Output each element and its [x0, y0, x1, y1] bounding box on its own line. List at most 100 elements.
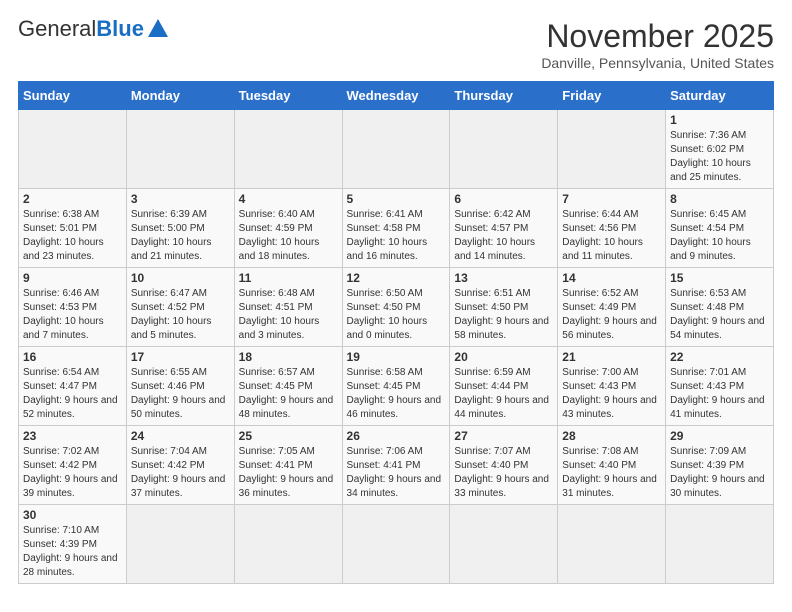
day-info: Sunrise: 7:05 AM Sunset: 4:41 PM Dayligh… [239, 445, 338, 501]
calendar-cell: 1Sunrise: 7:36 AM Sunset: 6:02 PM Daylig… [666, 110, 774, 189]
day-number: 21 [562, 350, 661, 364]
page: General Blue November 2025 Danville, Pen… [0, 0, 792, 594]
calendar-week-row: 30 Sunrise: 7:10 AM Sunset: 4:39 PM Dayli… [19, 505, 774, 584]
day-number: 1 [670, 113, 769, 127]
calendar-cell [450, 505, 558, 584]
calendar-week-row: 9 Sunrise: 6:46 AM Sunset: 4:53 PM Daylig… [19, 268, 774, 347]
calendar-cell: 9 Sunrise: 6:46 AM Sunset: 4:53 PM Daylig… [19, 268, 127, 347]
logo-blue-text: Blue [96, 18, 144, 40]
day-info: Sunrise: 6:58 AM Sunset: 4:45 PM Dayligh… [347, 366, 446, 422]
location: Danville, Pennsylvania, United States [541, 55, 774, 71]
day-number: 3 [131, 192, 230, 206]
calendar-cell: 29Sunrise: 7:09 AM Sunset: 4:39 PM Dayli… [666, 426, 774, 505]
day-number: 9 [23, 271, 122, 285]
calendar-day-header: Monday [126, 82, 234, 110]
day-info: Sunrise: 7:07 AM Sunset: 4:40 PM Dayligh… [454, 445, 553, 501]
month-title: November 2025 [541, 18, 774, 55]
day-number: 24 [131, 429, 230, 443]
day-number: 18 [239, 350, 338, 364]
calendar-cell [234, 110, 342, 189]
day-number: 28 [562, 429, 661, 443]
calendar-table: SundayMondayTuesdayWednesdayThursdayFrid… [18, 81, 774, 584]
day-number: 30 [23, 508, 122, 522]
day-number: 6 [454, 192, 553, 206]
header: General Blue November 2025 Danville, Pen… [18, 18, 774, 71]
calendar-cell: 4 Sunrise: 6:40 AM Sunset: 4:59 PM Daylig… [234, 189, 342, 268]
calendar-day-header: Tuesday [234, 82, 342, 110]
calendar-cell [342, 110, 450, 189]
day-number: 29 [670, 429, 769, 443]
calendar-cell [666, 505, 774, 584]
calendar-cell: 26 Sunrise: 7:06 AM Sunset: 4:41 PM Dayli… [342, 426, 450, 505]
day-info: Sunrise: 6:54 AM Sunset: 4:47 PM Dayligh… [23, 366, 122, 422]
day-info: Sunrise: 7:00 AM Sunset: 4:43 PM Dayligh… [562, 366, 661, 422]
calendar-day-header: Friday [558, 82, 666, 110]
calendar-day-header: Saturday [666, 82, 774, 110]
day-info: Sunrise: 6:51 AM Sunset: 4:50 PM Dayligh… [454, 287, 553, 343]
day-number: 10 [131, 271, 230, 285]
calendar-cell: 18 Sunrise: 6:57 AM Sunset: 4:45 PM Dayli… [234, 347, 342, 426]
day-info: Sunrise: 7:02 AM Sunset: 4:42 PM Dayligh… [23, 445, 122, 501]
logo-general-text: General [18, 18, 96, 40]
day-info: Sunrise: 6:46 AM Sunset: 4:53 PM Dayligh… [23, 287, 122, 343]
day-info: Sunrise: 7:10 AM Sunset: 4:39 PM Dayligh… [23, 524, 122, 580]
day-info: Sunrise: 6:57 AM Sunset: 4:45 PM Dayligh… [239, 366, 338, 422]
day-number: 14 [562, 271, 661, 285]
day-info: Sunrise: 6:53 AM Sunset: 4:48 PM Dayligh… [670, 287, 769, 343]
day-info: Sunrise: 6:55 AM Sunset: 4:46 PM Dayligh… [131, 366, 230, 422]
day-info: Sunrise: 6:41 AM Sunset: 4:58 PM Dayligh… [347, 208, 446, 264]
calendar-cell: 25 Sunrise: 7:05 AM Sunset: 4:41 PM Dayli… [234, 426, 342, 505]
day-info: Sunrise: 6:47 AM Sunset: 4:52 PM Dayligh… [131, 287, 230, 343]
calendar-cell [234, 505, 342, 584]
calendar-cell: 2 Sunrise: 6:38 AM Sunset: 5:01 PM Daylig… [19, 189, 127, 268]
calendar-cell: 20Sunrise: 6:59 AM Sunset: 4:44 PM Dayli… [450, 347, 558, 426]
calendar-cell: 19Sunrise: 6:58 AM Sunset: 4:45 PM Dayli… [342, 347, 450, 426]
day-number: 22 [670, 350, 769, 364]
calendar-day-header: Wednesday [342, 82, 450, 110]
day-number: 16 [23, 350, 122, 364]
calendar-cell: 24 Sunrise: 7:04 AM Sunset: 4:42 PM Dayli… [126, 426, 234, 505]
calendar-cell: 14 Sunrise: 6:52 AM Sunset: 4:49 PM Dayli… [558, 268, 666, 347]
day-number: 11 [239, 271, 338, 285]
calendar-cell: 13 Sunrise: 6:51 AM Sunset: 4:50 PM Dayli… [450, 268, 558, 347]
day-info: Sunrise: 6:40 AM Sunset: 4:59 PM Dayligh… [239, 208, 338, 264]
calendar-week-row: 1Sunrise: 7:36 AM Sunset: 6:02 PM Daylig… [19, 110, 774, 189]
day-number: 26 [347, 429, 446, 443]
calendar-cell: 28Sunrise: 7:08 AM Sunset: 4:40 PM Dayli… [558, 426, 666, 505]
day-info: Sunrise: 7:01 AM Sunset: 4:43 PM Dayligh… [670, 366, 769, 422]
day-number: 20 [454, 350, 553, 364]
calendar-week-row: 23Sunrise: 7:02 AM Sunset: 4:42 PM Dayli… [19, 426, 774, 505]
logo: General Blue [18, 18, 168, 40]
day-number: 7 [562, 192, 661, 206]
day-number: 12 [347, 271, 446, 285]
day-info: Sunrise: 7:04 AM Sunset: 4:42 PM Dayligh… [131, 445, 230, 501]
day-info: Sunrise: 6:42 AM Sunset: 4:57 PM Dayligh… [454, 208, 553, 264]
day-number: 4 [239, 192, 338, 206]
day-number: 8 [670, 192, 769, 206]
calendar-cell: 11 Sunrise: 6:48 AM Sunset: 4:51 PM Dayli… [234, 268, 342, 347]
calendar-day-header: Thursday [450, 82, 558, 110]
calendar-cell: 16 Sunrise: 6:54 AM Sunset: 4:47 PM Dayli… [19, 347, 127, 426]
calendar-cell: 12Sunrise: 6:50 AM Sunset: 4:50 PM Dayli… [342, 268, 450, 347]
day-number: 13 [454, 271, 553, 285]
calendar-cell: 7Sunrise: 6:44 AM Sunset: 4:56 PM Daylig… [558, 189, 666, 268]
calendar-cell: 5Sunrise: 6:41 AM Sunset: 4:58 PM Daylig… [342, 189, 450, 268]
calendar-cell: 3Sunrise: 6:39 AM Sunset: 5:00 PM Daylig… [126, 189, 234, 268]
day-number: 27 [454, 429, 553, 443]
day-info: Sunrise: 6:52 AM Sunset: 4:49 PM Dayligh… [562, 287, 661, 343]
calendar-cell [558, 110, 666, 189]
calendar-cell: 17 Sunrise: 6:55 AM Sunset: 4:46 PM Dayli… [126, 347, 234, 426]
calendar-cell: 27 Sunrise: 7:07 AM Sunset: 4:40 PM Dayli… [450, 426, 558, 505]
day-number: 25 [239, 429, 338, 443]
calendar-week-row: 16 Sunrise: 6:54 AM Sunset: 4:47 PM Dayli… [19, 347, 774, 426]
title-block: November 2025 Danville, Pennsylvania, Un… [541, 18, 774, 71]
calendar-cell: 30 Sunrise: 7:10 AM Sunset: 4:39 PM Dayli… [19, 505, 127, 584]
day-info: Sunrise: 6:48 AM Sunset: 4:51 PM Dayligh… [239, 287, 338, 343]
calendar-day-header: Sunday [19, 82, 127, 110]
day-number: 2 [23, 192, 122, 206]
calendar-week-row: 2 Sunrise: 6:38 AM Sunset: 5:01 PM Daylig… [19, 189, 774, 268]
day-info: Sunrise: 6:38 AM Sunset: 5:01 PM Dayligh… [23, 208, 122, 264]
day-number: 17 [131, 350, 230, 364]
calendar-cell: 23Sunrise: 7:02 AM Sunset: 4:42 PM Dayli… [19, 426, 127, 505]
day-info: Sunrise: 7:06 AM Sunset: 4:41 PM Dayligh… [347, 445, 446, 501]
